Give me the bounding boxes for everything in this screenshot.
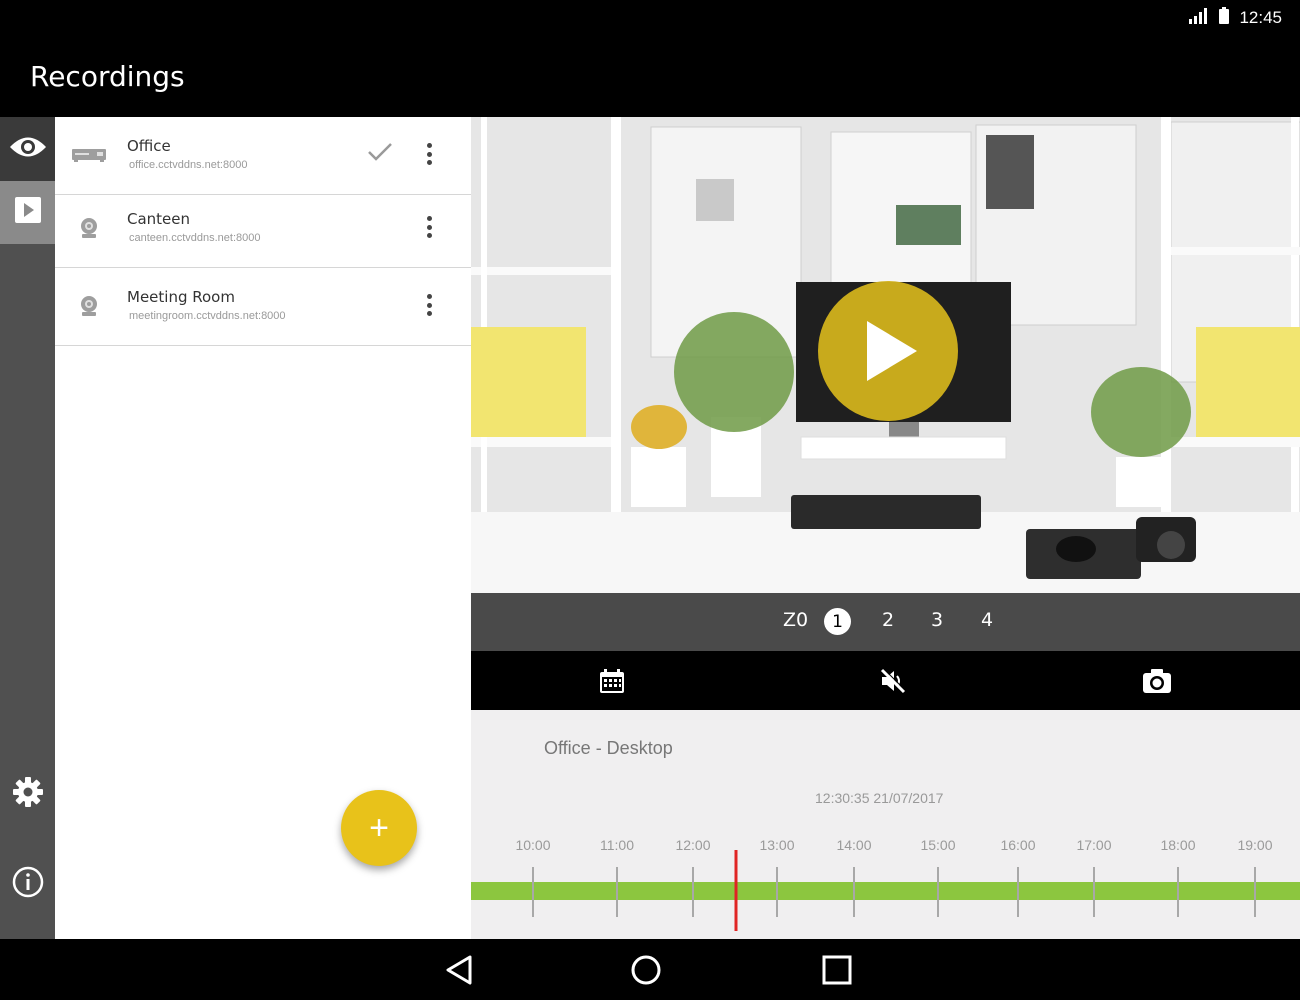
back-icon[interactable] bbox=[442, 953, 476, 987]
timeline-hour-label: 16:00 bbox=[1000, 837, 1035, 853]
nav-recordings[interactable] bbox=[0, 181, 55, 244]
camera-row-meeting-room[interactable]: Meeting Room meetingroom.cctvddns.net:80… bbox=[55, 268, 471, 346]
nav-live-view[interactable] bbox=[0, 117, 55, 181]
signal-icon bbox=[1189, 7, 1209, 29]
timeline-hour-label: 11:00 bbox=[600, 837, 634, 853]
home-icon[interactable] bbox=[629, 953, 663, 987]
playback-toolbar bbox=[471, 651, 1300, 710]
timeline-hour-label: 19:00 bbox=[1237, 837, 1272, 853]
timeline-track[interactable]: 10:00 11:00 12:00 13:00 14:00 15:00 16:00 17:00… bbox=[471, 710, 1300, 939]
camera-row-office[interactable]: Office office.cctvddns.net:8000 bbox=[55, 117, 471, 195]
camera-name: Meeting Room bbox=[127, 288, 235, 306]
more-vert-icon[interactable] bbox=[421, 139, 437, 169]
timeline-hour-label: 10:00 bbox=[515, 837, 550, 853]
page-title: Recordings bbox=[30, 60, 185, 93]
status-bar: 12:45 bbox=[0, 0, 1300, 36]
nav-info[interactable] bbox=[0, 862, 55, 906]
timeline-hour-label: 15:00 bbox=[920, 837, 955, 853]
video-preview[interactable] bbox=[471, 117, 1300, 593]
recording-bar bbox=[471, 882, 1300, 900]
timeline-hour-label: 12:00 bbox=[675, 837, 710, 853]
channel-2-button[interactable]: 2 bbox=[882, 609, 894, 631]
camera-icon[interactable] bbox=[1141, 665, 1173, 697]
clock: 12:45 bbox=[1239, 8, 1282, 27]
add-camera-button[interactable]: + bbox=[341, 790, 417, 866]
mute-icon[interactable] bbox=[877, 665, 909, 697]
video-frame bbox=[471, 117, 1300, 593]
recents-icon[interactable] bbox=[820, 953, 854, 987]
zoom-label[interactable]: Z0 bbox=[783, 609, 808, 631]
timeline-hour-label: 17:00 bbox=[1076, 837, 1111, 853]
camera-name: Canteen bbox=[127, 210, 191, 228]
webcam-icon bbox=[71, 214, 107, 242]
gear-icon bbox=[12, 776, 44, 813]
info-icon bbox=[12, 866, 44, 903]
webcam-icon bbox=[71, 292, 107, 320]
nav-settings[interactable] bbox=[0, 772, 55, 816]
timeline-hour-label: 14:00 bbox=[836, 837, 871, 853]
camera-row-canteen[interactable]: Canteen canteen.cctvddns.net:8000 bbox=[55, 190, 471, 268]
eye-icon bbox=[8, 134, 48, 165]
channel-4-button[interactable]: 4 bbox=[981, 609, 993, 631]
nav-rail bbox=[0, 117, 55, 939]
app-bar: Recordings bbox=[0, 36, 1300, 117]
camera-host: office.cctvddns.net:8000 bbox=[129, 159, 248, 171]
channel-bar: Z0 1 2 3 4 bbox=[471, 593, 1300, 651]
camera-host: meetingroom.cctvddns.net:8000 bbox=[129, 310, 286, 322]
timeline-hour-label: 18:00 bbox=[1160, 837, 1195, 853]
more-vert-icon[interactable] bbox=[421, 212, 437, 242]
more-vert-icon[interactable] bbox=[421, 290, 437, 320]
camera-host: canteen.cctvddns.net:8000 bbox=[129, 232, 261, 244]
calendar-icon[interactable] bbox=[596, 665, 628, 697]
play-icon bbox=[14, 196, 42, 229]
timeline-panel: Office - Desktop 12:30:35 21/07/2017 10:… bbox=[471, 710, 1300, 939]
camera-list: Office office.cctvddns.net:8000 Canteen … bbox=[55, 117, 471, 939]
timeline-hour-label: 13:00 bbox=[759, 837, 794, 853]
channel-1-button[interactable]: 1 bbox=[824, 608, 851, 635]
battery-icon bbox=[1219, 7, 1230, 29]
camera-name: Office bbox=[127, 137, 171, 155]
system-nav-bar bbox=[0, 939, 1300, 1000]
check-icon bbox=[367, 141, 393, 168]
channel-3-button[interactable]: 3 bbox=[931, 609, 943, 631]
dvr-icon bbox=[71, 141, 107, 169]
